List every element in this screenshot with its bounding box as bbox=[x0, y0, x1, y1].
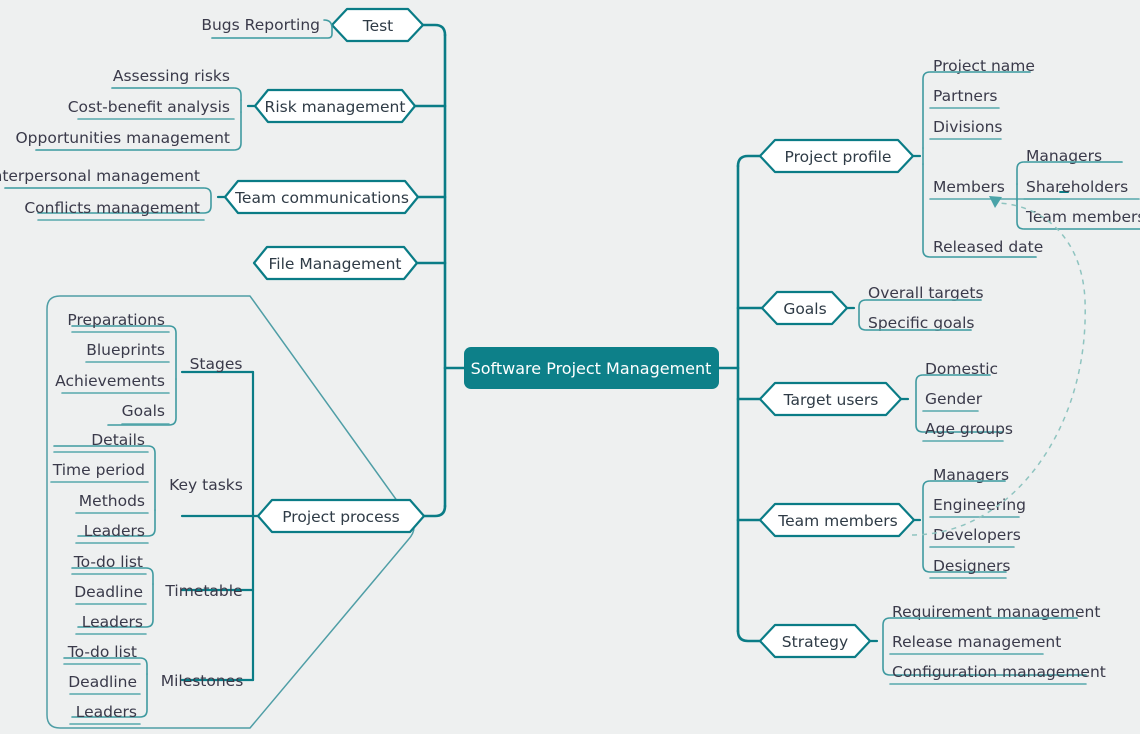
leaf-goals-stage[interactable]: Goals bbox=[122, 402, 165, 420]
leaf-age-groups[interactable]: Age groups bbox=[925, 420, 1013, 438]
leaf-tm-designers[interactable]: Designers bbox=[933, 557, 1011, 575]
branch-team-members[interactable]: Team members Managers Engineering Develo… bbox=[758, 466, 1026, 579]
leaf-details[interactable]: Details bbox=[91, 431, 145, 449]
leaf-leaders-keytasks[interactable]: Leaders bbox=[84, 522, 145, 540]
leaf-gender[interactable]: Gender bbox=[925, 390, 983, 408]
branch-project-profile[interactable]: Project profile Project name Partners Di… bbox=[758, 57, 1140, 258]
group-label-key-tasks: Key tasks bbox=[169, 476, 243, 494]
relation-arrow-head bbox=[989, 196, 1002, 208]
leaf-time-period[interactable]: Time period bbox=[52, 461, 145, 479]
leaf-configuration-management[interactable]: Configuration management bbox=[892, 663, 1106, 681]
leaf-tm-developers[interactable]: Developers bbox=[933, 526, 1021, 544]
branch-goals[interactable]: Goals Overall targets Specific goals bbox=[760, 284, 984, 332]
leaf-achievements[interactable]: Achievements bbox=[55, 372, 165, 390]
leaf-leaders-milestones[interactable]: Leaders bbox=[76, 703, 137, 721]
branch-goals-label: Goals bbox=[783, 300, 826, 318]
group-label-timetable: Timetable bbox=[164, 582, 242, 600]
leaf-deadline-timetable[interactable]: Deadline bbox=[74, 583, 143, 601]
leaf-todo-list-timetable[interactable]: To-do list bbox=[73, 553, 143, 571]
branch-team-communications-label: Team communications bbox=[234, 189, 409, 207]
leaf-divisions[interactable]: Divisions bbox=[933, 118, 1003, 136]
leaf-partners[interactable]: Partners bbox=[933, 87, 997, 105]
group-label-milestones: Milestones bbox=[161, 672, 244, 690]
leaf-todo-list-milestones[interactable]: To-do list bbox=[67, 643, 137, 661]
branch-strategy-label: Strategy bbox=[782, 633, 848, 651]
leaf-tm-engineering[interactable]: Engineering bbox=[933, 496, 1026, 514]
leaf-assessing-risks[interactable]: Assessing risks bbox=[113, 67, 230, 85]
right-spine-group bbox=[717, 154, 764, 643]
branch-risk-management-label: Risk management bbox=[265, 98, 406, 116]
branch-strategy[interactable]: Strategy Requirement management Release … bbox=[758, 603, 1106, 685]
branch-file-management[interactable]: File Management bbox=[252, 245, 419, 281]
branch-test-label: Test bbox=[362, 17, 394, 35]
leaf-methods[interactable]: Methods bbox=[79, 492, 145, 510]
leaf-leaders-timetable[interactable]: Leaders bbox=[82, 613, 143, 631]
leaf-members-shareholders[interactable]: Shareholders bbox=[1026, 178, 1128, 196]
leaf-preparations[interactable]: Preparations bbox=[67, 311, 165, 329]
branch-project-process[interactable]: Project process Stages Preparations Blue… bbox=[46, 295, 426, 729]
leaf-blueprints[interactable]: Blueprints bbox=[86, 341, 165, 359]
leaf-released-date[interactable]: Released date bbox=[933, 238, 1043, 256]
leaf-conflicts-management[interactable]: Conflicts management bbox=[24, 199, 200, 217]
root-node[interactable]: Software Project Management bbox=[464, 347, 719, 389]
root-node-label: Software Project Management bbox=[471, 359, 712, 378]
branch-file-management-label: File Management bbox=[269, 255, 402, 273]
mindmap-canvas: Software Project Management Test Bugs Re… bbox=[0, 7, 1140, 729]
branch-target-users[interactable]: Target users Domestic Gender Age groups bbox=[758, 360, 1013, 442]
branch-target-users-label: Target users bbox=[783, 391, 879, 409]
branch-test[interactable]: Test Bugs Reporting bbox=[201, 7, 425, 43]
branch-risk-management[interactable]: Risk management Assessing risks Cost-ben… bbox=[15, 67, 417, 151]
leaf-bugs-reporting[interactable]: Bugs Reporting bbox=[201, 16, 320, 34]
leaf-deadline-milestones[interactable]: Deadline bbox=[68, 673, 137, 691]
branch-project-profile-label: Project profile bbox=[785, 148, 892, 166]
leaf-members[interactable]: Members bbox=[933, 178, 1005, 196]
group-label-stages: Stages bbox=[190, 355, 243, 373]
leaf-cost-benefit-analysis[interactable]: Cost-benefit analysis bbox=[68, 98, 230, 116]
branch-project-process-label: Project process bbox=[282, 508, 400, 526]
leaf-opportunities-management[interactable]: Opportunities management bbox=[15, 129, 230, 147]
leaf-interpersonal-management[interactable]: Interpersonal management bbox=[0, 167, 200, 185]
branch-team-communications[interactable]: Team communications Interpersonal manage… bbox=[0, 167, 420, 221]
leaf-release-management[interactable]: Release management bbox=[892, 633, 1061, 651]
left-spine-group bbox=[413, 23, 466, 518]
branch-team-members-label: Team members bbox=[777, 512, 897, 530]
